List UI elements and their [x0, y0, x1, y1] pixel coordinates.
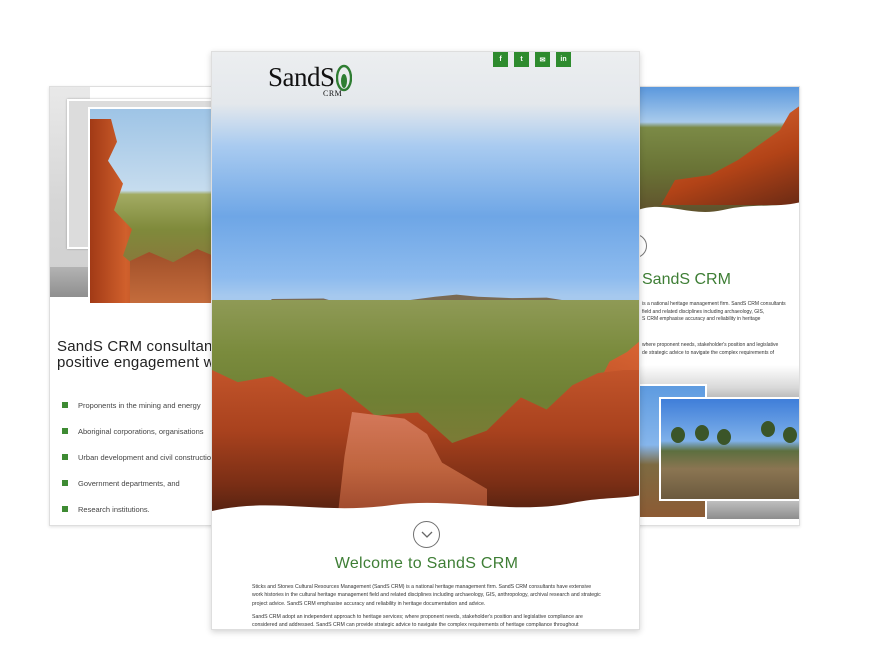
left-page-preview: SandS CRM consultants and positive engag…	[49, 86, 214, 526]
chevron-down-icon	[421, 531, 432, 538]
sands-crm-logo[interactable]: SandS CRM	[268, 62, 352, 98]
list-item: Urban development and civil construction	[62, 453, 213, 479]
center-page-preview: SandS CRM f t ✉ in Welcome to SandS CRM …	[211, 51, 640, 630]
bullet-icon	[62, 506, 68, 512]
left-landscape-photo	[88, 107, 213, 305]
list-item: Research institutions.	[62, 505, 213, 525]
right-wave-divider	[633, 202, 799, 224]
list-item: Proponents in the mining and energy	[62, 401, 213, 427]
facebook-icon[interactable]: f	[493, 52, 508, 67]
linkedin-icon[interactable]: in	[556, 52, 571, 67]
intro-paragraph-2: SandS CRM adopt an independent approach …	[252, 614, 583, 629]
bullet-icon	[62, 428, 68, 434]
list-item: Government departments, and	[62, 479, 213, 505]
logo-sub: CRM	[323, 89, 343, 98]
logo-leaf-icon	[335, 64, 352, 92]
welcome-heading: Welcome to SandS CRM	[334, 555, 519, 572]
right-photo-front	[659, 397, 799, 501]
left-heading: SandS CRM consultants and positive engag…	[57, 338, 214, 371]
right-hero-image	[633, 87, 799, 224]
bullet-icon	[62, 480, 68, 486]
right-paragraph-1: is a national heritage management firm. …	[642, 301, 786, 322]
right-page-preview: SandS CRM is a national heritage managem…	[632, 86, 800, 526]
mail-icon[interactable]: ✉	[535, 52, 550, 67]
bullet-icon	[62, 454, 68, 460]
intro-paragraph-1: Sticks and Stones Cultural Resources Man…	[252, 584, 601, 607]
bullet-icon	[62, 402, 68, 408]
right-paragraph-2: where proponent needs, stakeholder's pos…	[642, 342, 779, 356]
hero-landscape-image	[212, 52, 639, 523]
right-bottom-strip	[707, 501, 799, 519]
list-item: Aboriginal corporations, organisations	[62, 427, 213, 453]
twitter-icon[interactable]: t	[514, 52, 529, 67]
right-title: SandS CRM	[642, 271, 731, 288]
hero-wave-divider	[212, 495, 639, 523]
social-links: f t ✉ in	[493, 52, 571, 67]
scroll-down-button[interactable]	[413, 521, 440, 548]
logo-wordmark: SandS	[268, 62, 335, 92]
left-client-list: Proponents in the mining and energy Abor…	[62, 401, 213, 525]
